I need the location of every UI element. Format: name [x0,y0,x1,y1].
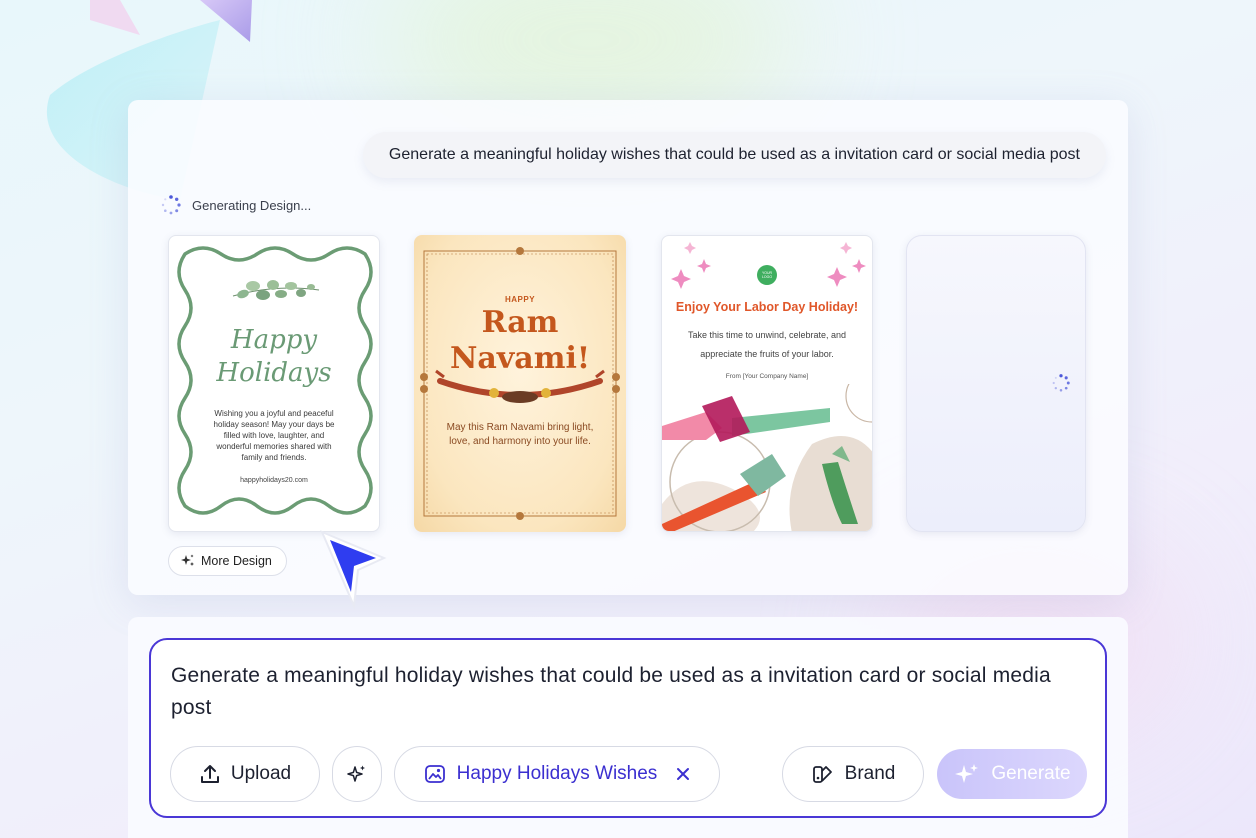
design-card-ram-navami[interactable]: HAPPY Ram Navami! May this Ram Navami br… [414,235,626,532]
loading-spinner-icon [161,195,181,215]
design-card-labor-day[interactable]: YOUR LOGO Enjoy Your Labor Day Holiday! … [661,235,873,532]
card-from: From [Your Company Name] [725,373,809,380]
brand-label: Brand [844,763,896,784]
sparkle-icon [955,764,979,783]
card-title: Happy Holidays [169,324,379,390]
brand-button[interactable]: Brand [782,746,924,802]
card-body: Wishing you a joyful and peaceful holida… [213,409,335,462]
loading-spinner-icon [1052,374,1070,392]
card-body: May this Ram Navami bring light, love, a… [446,422,594,447]
magic-enhance-button[interactable] [332,746,382,802]
card-title-line2: Holidays [216,358,332,388]
generate-button[interactable]: Generate [937,749,1087,799]
upload-icon [200,765,219,783]
card-title: Enjoy Your Labor Day Holiday! [675,300,859,314]
prompt-bubble: Generate a meaningful holiday wishes tha… [362,132,1106,178]
design-card-loading [906,235,1086,532]
card-url: happyholidays20.com [240,477,308,484]
card-title-line1: Happy [230,325,318,355]
template-chip[interactable]: Happy Holidays Wishes [394,746,720,802]
template-chip-label: Happy Holidays Wishes [456,763,658,784]
card-body: Take this time to unwind, celebrate, and… [687,330,847,359]
pointer-cursor-icon [320,530,387,610]
image-sparkle-icon [424,765,445,783]
upload-button[interactable]: Upload [170,746,320,802]
close-icon[interactable] [675,766,691,782]
card-kicker: HAPPY [504,295,536,304]
eucalyptus-leaves-icon [232,280,320,300]
card-title-line1: Ram [481,305,559,340]
design-card-happy-holidays[interactable]: Happy Holidays Wishing you a joyful and … [168,235,380,532]
results-panel: Generate a meaningful holiday wishes tha… [128,100,1128,595]
prompt-input[interactable]: Generate a meaningful holiday wishes tha… [171,660,1065,724]
brand-palette-icon [812,766,832,783]
sparkle-icon [347,765,365,782]
upload-label: Upload [230,763,292,784]
generate-label: Generate [991,763,1071,784]
generating-label: Generating Design... [192,197,312,213]
bow-arrow-icon [435,369,605,403]
card-title: Ram Navami! [414,305,626,377]
prompt-input-box[interactable]: Generate a meaningful holiday wishes tha… [149,638,1107,818]
more-design-label: More Design [201,554,272,568]
tools-illustration [662,384,872,531]
generating-status: Generating Design... [160,194,311,216]
more-design-button[interactable]: More Design [168,546,287,576]
sparkle-icon [181,554,194,566]
prompt-composer: Generate a meaningful holiday wishes tha… [128,617,1128,838]
company-logo: YOUR LOGO [757,265,777,285]
